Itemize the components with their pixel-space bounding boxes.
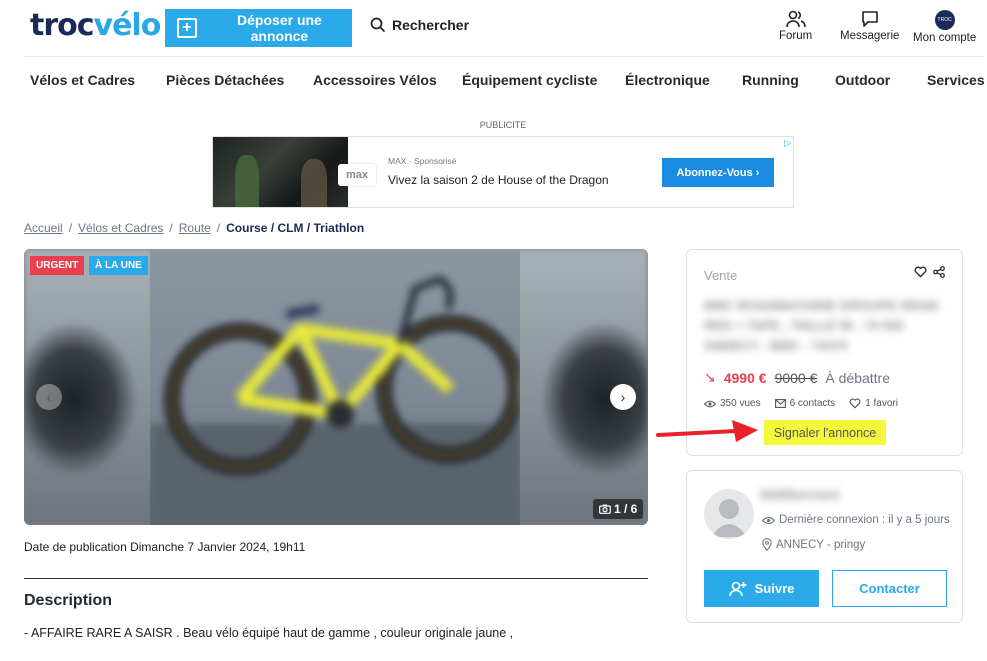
seller-location: ANNECY - pringy — [762, 538, 865, 551]
forum-label: Forum — [779, 30, 813, 42]
mail-icon — [774, 399, 786, 408]
plus-icon: + — [177, 18, 197, 38]
favorites-count: 1 favori — [865, 398, 898, 409]
header-divider — [24, 56, 984, 57]
follow-button[interactable]: Suivre — [704, 570, 819, 607]
nav-item-services[interactable]: Services — [927, 72, 985, 88]
last-login-text: Dernière connexion : il y a 5 jours — [779, 514, 950, 526]
gallery-counter-text: 1 / 6 — [614, 502, 638, 516]
bike-photo[interactable] — [150, 249, 520, 525]
user-icon — [711, 499, 747, 537]
contact-button[interactable]: Contacter — [832, 570, 947, 607]
logo-prefix: troc — [30, 8, 95, 43]
description-text: - AFFAIRE RARE A SAISR . Beau vélo équip… — [24, 626, 514, 640]
price-drop-icon: ↘ — [704, 369, 716, 385]
location-pin-icon — [762, 538, 772, 551]
seller-name[interactable]: bb66bernard — [760, 487, 839, 502]
heart-outline-icon — [849, 398, 861, 409]
category-nav: Vélos et Cadres Pièces Détachées Accesso… — [0, 70, 987, 92]
breadcrumb-velos[interactable]: Vélos et Cadres — [78, 221, 163, 235]
breadcrumb-current: Course / CLM / Triathlon — [226, 221, 365, 235]
contact-label: Contacter — [859, 581, 920, 596]
price-row: ↘ 4990 € 9000 € À débattre — [704, 369, 890, 386]
breadcrumb-home[interactable]: Accueil — [24, 221, 63, 235]
ad-text: Vivez la saison 2 de House of the Dragon — [388, 173, 609, 187]
nav-item-pieces[interactable]: Pièces Détachées — [166, 72, 284, 88]
ad-logo: max — [338, 164, 376, 186]
nav-item-outdoor[interactable]: Outdoor — [835, 72, 890, 88]
ad-button-label: Abonnez-Vous — [676, 166, 753, 179]
add-user-icon — [728, 581, 747, 596]
follow-label: Suivre — [754, 581, 795, 596]
message-icon — [861, 11, 878, 27]
header: trocvélo + Déposer une annonce Recherche… — [0, 0, 987, 57]
gallery-counter: 1 / 6 — [593, 499, 644, 519]
report-listing-link[interactable]: Signaler l'annonce — [764, 420, 886, 445]
listing-title: BMC ROADMACHINE GROUPE SRAM RED + TAPE ,… — [704, 298, 938, 353]
account-avatar: TROC — [934, 10, 955, 30]
logo-suffix: vélo — [93, 8, 162, 43]
share-icon[interactable] — [933, 266, 945, 278]
ad-banner[interactable]: max MAX · Sponsorisé Vivez la saison 2 d… — [212, 136, 794, 208]
account-link[interactable]: TROC Mon compte — [913, 10, 976, 44]
contacts-count: 6 contacts — [789, 398, 836, 409]
seller-last-login: Dernière connexion : il y a 5 jours — [762, 514, 950, 526]
post-ad-button[interactable]: + Déposer une annonce — [165, 9, 352, 47]
location-text: ANNECY - pringy — [776, 538, 866, 551]
gallery-prev-button[interactable]: ‹ — [36, 384, 62, 410]
nav-item-equipement[interactable]: Équipement cycliste — [462, 72, 597, 88]
camera-icon — [599, 504, 611, 514]
breadcrumb-route[interactable]: Route — [179, 221, 211, 235]
chevron-right-icon: › — [620, 389, 626, 405]
search-link[interactable]: Rechercher — [370, 17, 469, 33]
urgent-badge: URGENT — [30, 256, 85, 275]
gallery-next-button[interactable]: › — [610, 384, 636, 410]
publication-date: Date de publication Dimanche 7 Janvier 2… — [24, 540, 306, 554]
users-icon — [785, 10, 806, 28]
nav-item-running[interactable]: Running — [742, 72, 799, 88]
eye-icon — [762, 516, 775, 524]
featured-badge: À LA UNE — [89, 256, 148, 275]
seller-avatar[interactable] — [704, 489, 754, 539]
breadcrumb: Accueil / Vélos et Cadres / Route / Course / C… — [24, 221, 365, 235]
views-count: 350 vues — [720, 398, 761, 409]
bike-image — [150, 275, 520, 525]
listing-type: Vente — [704, 268, 738, 283]
photo-gallery[interactable]: URGENT À LA UNE ‹ › 1 / 6 — [24, 249, 648, 525]
listing-actions — [914, 266, 945, 278]
old-price: 9000 € — [774, 369, 818, 386]
description-divider — [24, 578, 648, 579]
search-icon — [370, 17, 386, 33]
nav-item-electronique[interactable]: Électronique — [625, 72, 710, 88]
annotation-arrow-icon — [656, 420, 758, 442]
site-logo[interactable]: trocvélo — [30, 8, 162, 43]
post-ad-label: Déposer une annonce — [237, 12, 322, 44]
nav-item-velos[interactable]: Vélos et Cadres — [30, 72, 135, 88]
forum-link[interactable]: Forum — [779, 10, 812, 42]
chevron-left-icon: ‹ — [46, 389, 52, 405]
nav-item-accessoires[interactable]: Accessoires Vélos — [313, 72, 437, 88]
negotiable-label: À débattre — [825, 369, 890, 386]
views-stat: 350 vues — [704, 398, 761, 409]
ad-image — [213, 137, 348, 207]
ad-subscribe-button[interactable]: Abonnez-Vous › — [662, 158, 774, 187]
messages-link[interactable]: Messagerie — [840, 10, 899, 42]
ad-label: PUBLICITE — [479, 120, 527, 130]
account-label: Mon compte — [913, 32, 977, 44]
description-title: Description — [24, 592, 113, 609]
ad-sponsor: MAX · Sponsorisé — [388, 156, 457, 166]
eye-icon — [704, 400, 716, 407]
adchoices-icon[interactable]: ▷ — [784, 138, 791, 149]
listing-stats: 350 vues 6 contacts 1 favori — [704, 398, 898, 409]
heart-icon[interactable] — [914, 266, 927, 278]
messages-label: Messagerie — [840, 30, 900, 42]
contacts-stat: 6 contacts — [774, 398, 836, 409]
seller-card: bb66bernard Dernière connexion : il y a … — [686, 470, 963, 623]
favorites-stat: 1 favori — [849, 398, 898, 409]
current-price: 4990 € — [723, 369, 767, 386]
search-label: Rechercher — [392, 17, 470, 33]
